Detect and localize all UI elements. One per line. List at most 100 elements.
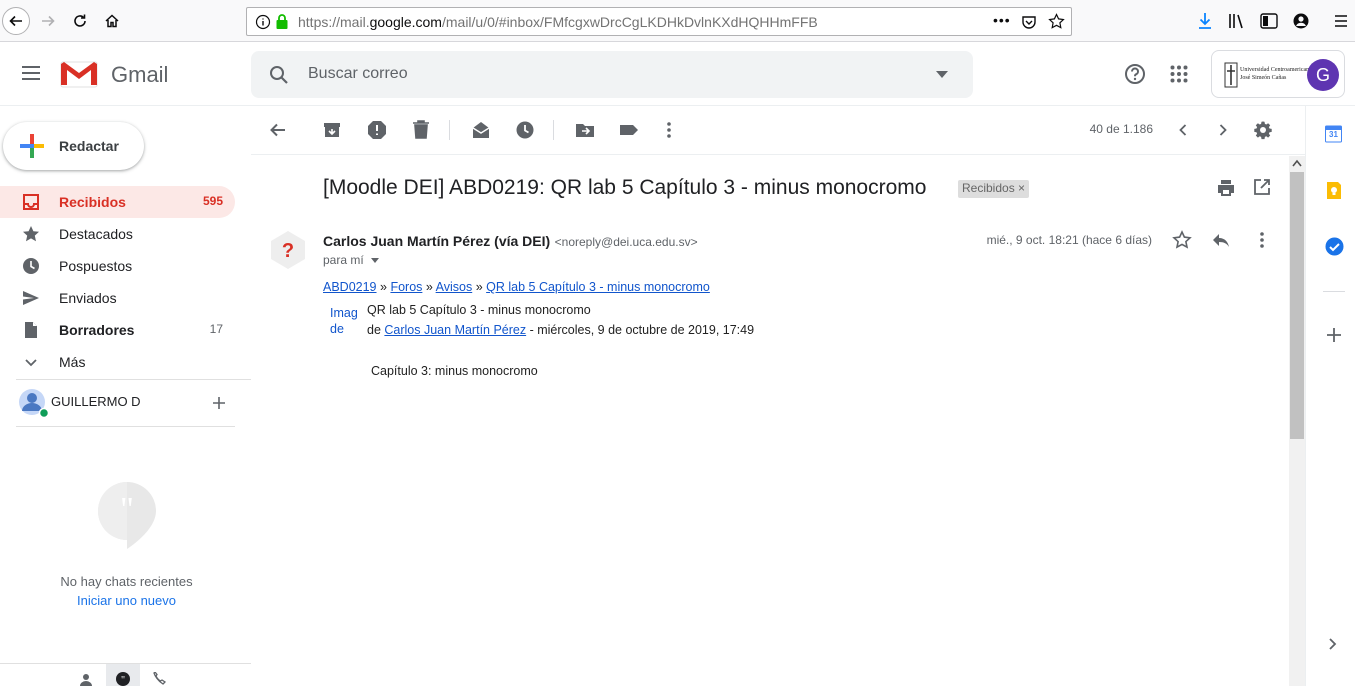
main-menu-icon[interactable] [21, 65, 41, 81]
help-icon[interactable] [1124, 63, 1146, 85]
label-icon[interactable] [619, 120, 639, 140]
sidebar-item-more[interactable]: Más [0, 346, 235, 378]
compose-button[interactable]: Redactar [3, 122, 144, 170]
sidebar-item-label: Enviados [59, 290, 117, 306]
bookmark-star-icon[interactable] [1048, 13, 1065, 30]
add-addon-icon[interactable] [1326, 327, 1342, 343]
sender-avatar-unknown-icon[interactable]: ? [268, 230, 308, 270]
star-outline-icon[interactable] [1172, 230, 1192, 250]
snooze-icon[interactable] [515, 120, 535, 140]
scrollbar-thumb[interactable] [1290, 172, 1304, 439]
chevron-right-icon[interactable] [1213, 120, 1233, 140]
sidebar-item-sent[interactable]: Enviados [0, 282, 235, 314]
back-to-inbox-icon[interactable] [268, 120, 288, 140]
sender-name[interactable]: Carlos Juan Martín Pérez (vía DEI) [323, 233, 550, 249]
label-chip[interactable]: Recibidos × [958, 180, 1030, 198]
sender-email: <noreply@dei.uca.edu.sv> [554, 235, 698, 249]
divider [16, 426, 235, 427]
keep-icon[interactable] [1326, 181, 1342, 200]
download-icon[interactable] [1197, 12, 1213, 30]
archive-icon[interactable] [322, 120, 342, 140]
search-icon[interactable] [269, 65, 289, 85]
open-new-window-icon[interactable] [1253, 178, 1271, 196]
recipient-line[interactable]: para mí [323, 253, 380, 267]
search-options-dropdown-icon[interactable] [936, 71, 948, 79]
search-input[interactable]: Buscar correo [308, 65, 408, 83]
sidebar-item-starred[interactable]: Destacados [0, 218, 235, 250]
gmail-logo-icon[interactable] [60, 60, 98, 88]
breadcrumb-link-forums[interactable]: Foros [390, 280, 422, 294]
search-bar[interactable]: Buscar correo [251, 51, 973, 98]
phone-icon[interactable] [151, 672, 167, 686]
no-chats-text: No hay chats recientes [60, 574, 193, 589]
sidebar-item-snoozed[interactable]: Pospuestos [0, 250, 235, 282]
breadcrumb-link-post[interactable]: QR lab 5 Capítulo 3 - minus monocromo [486, 280, 710, 294]
reply-icon[interactable] [1211, 230, 1231, 250]
sidebar-toggle-icon[interactable] [1260, 13, 1278, 29]
print-icon[interactable] [1216, 178, 1236, 198]
breadcrumb: ABD0219 » Foros » Avisos » QR lab 5 Capí… [323, 280, 710, 294]
contacts-icon[interactable] [78, 672, 94, 686]
lock-icon[interactable] [275, 13, 289, 30]
breadcrumb-link-notices[interactable]: Avisos [436, 280, 473, 294]
browser-back-button[interactable] [2, 7, 30, 35]
url-bar[interactable]: https://mail.google.com/mail/u/0/#inbox/… [246, 7, 1072, 36]
mark-unread-icon[interactable] [471, 120, 491, 140]
arrow-right-icon [42, 15, 55, 27]
pagination-text: 40 de 1.186 [1089, 122, 1153, 136]
account-icon[interactable] [1292, 12, 1310, 30]
gmail-wordmark[interactable]: Gmail [111, 62, 168, 88]
calendar-day: 31 [1329, 130, 1338, 139]
scroll-up-icon[interactable] [1292, 159, 1302, 167]
expand-panel-chevron-icon[interactable] [1327, 636, 1339, 652]
broken-image-alt[interactable]: Imagen de [330, 305, 358, 337]
more-vert-icon[interactable] [659, 120, 679, 140]
chevron-left-icon[interactable] [1173, 120, 1193, 140]
apps-grid-icon[interactable] [1170, 65, 1188, 83]
home-icon [105, 14, 119, 28]
user-avatar-icon [19, 389, 49, 419]
breadcrumb-link-course[interactable]: ABD0219 [323, 280, 377, 294]
add-chat-icon[interactable] [211, 395, 227, 411]
gmail-header: Gmail Buscar correo Universidad Centroam… [0, 42, 1355, 106]
start-new-chat-link[interactable]: Iniciar uno nuevo [16, 593, 237, 608]
toolbar-separator [449, 120, 450, 140]
university-logo-icon [1224, 62, 1238, 88]
library-icon[interactable] [1228, 13, 1246, 29]
settings-gear-icon[interactable] [1253, 120, 1273, 140]
avatar[interactable]: G [1307, 59, 1339, 91]
hangouts-user-avatar[interactable] [17, 387, 49, 419]
browser-reload-button[interactable] [66, 7, 94, 35]
sidebar-item-count: 17 [209, 322, 223, 336]
move-to-icon[interactable] [575, 120, 595, 140]
url-text[interactable]: https://mail.google.com/mail/u/0/#inbox/… [298, 14, 818, 30]
post-title: QR lab 5 Capítulo 3 - minus monocromo [367, 303, 591, 317]
browser-forward-button[interactable] [34, 7, 62, 35]
remove-label-icon[interactable]: × [1018, 181, 1025, 195]
trash-icon[interactable] [411, 120, 431, 140]
divider [1323, 291, 1345, 292]
post-author-link[interactable]: Carlos Juan Martín Pérez [384, 323, 526, 337]
sidebar-item-inbox[interactable]: Recibidos 595 [0, 186, 235, 218]
plus-colored-icon [20, 134, 44, 158]
org-name: Universidad Centroamericana José Simeón … [1240, 67, 1312, 81]
page-actions-icon[interactable]: ••• [993, 12, 1011, 28]
sidebar-item-label: Borradores [59, 322, 135, 338]
hamburger-menu-icon[interactable] [1333, 13, 1349, 29]
tasks-icon[interactable] [1325, 237, 1344, 256]
hangouts-tab[interactable]: " [106, 664, 140, 686]
report-spam-icon[interactable] [367, 120, 387, 140]
dropdown-arrow-icon[interactable] [371, 258, 380, 264]
pocket-icon[interactable] [1021, 14, 1037, 30]
sidebar-item-label: Pospuestos [59, 258, 133, 274]
draft-icon [25, 322, 37, 338]
more-vert-icon[interactable] [1252, 230, 1272, 250]
browser-home-button[interactable] [98, 7, 126, 35]
calendar-addon[interactable]: 31 [1325, 125, 1342, 143]
hangouts-user-name[interactable]: GUILLERMO D. [51, 394, 141, 409]
info-icon[interactable] [255, 14, 271, 30]
email-subject: [Moodle DEI] ABD0219: QR lab 5 Capítulo … [323, 176, 927, 199]
sidebar-item-drafts[interactable]: Borradores 17 [0, 314, 235, 346]
divider [251, 154, 1305, 155]
account-switcher[interactable]: Universidad Centroamericana José Simeón … [1211, 50, 1345, 98]
